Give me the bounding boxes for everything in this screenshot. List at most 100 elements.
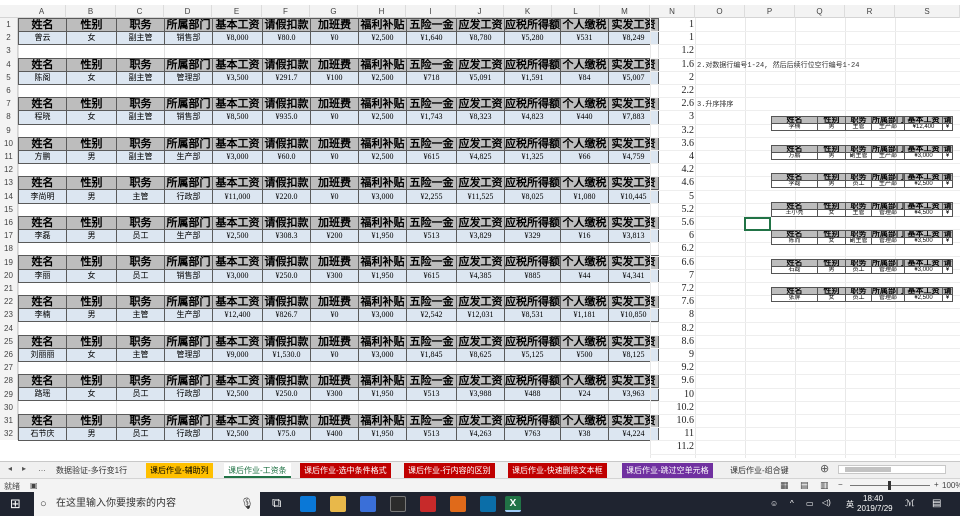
column-header-O[interactable]: O [695, 5, 745, 18]
empty-cell[interactable] [116, 281, 165, 296]
data-cell[interactable]: ¥300 [310, 387, 359, 402]
header-cell[interactable]: 应发工资 [456, 334, 505, 349]
empty-cell[interactable] [406, 44, 457, 59]
header-cell[interactable]: 请假扣款 [262, 334, 311, 349]
selected-cell[interactable] [744, 217, 771, 231]
data-cell[interactable]: 副主管 [116, 70, 165, 85]
mini-cell[interactable]: 请 [942, 144, 953, 153]
empty-cell[interactable] [164, 360, 213, 376]
header-cell[interactable]: 个人缴税 [560, 136, 609, 151]
column-header-C[interactable]: C [116, 5, 164, 18]
empty-cell[interactable] [116, 163, 165, 178]
empty-cell[interactable] [406, 163, 457, 178]
data-cell[interactable]: ¥60.0 [262, 149, 311, 165]
data-cell[interactable]: ¥5,125 [504, 347, 561, 362]
header-cell[interactable]: 加班费 [310, 97, 359, 112]
data-cell[interactable]: ¥2,500 [358, 31, 407, 46]
mini-cell[interactable]: 女 [817, 208, 846, 217]
helper-number[interactable]: 9 [650, 348, 694, 361]
header-cell[interactable]: 性别 [66, 57, 117, 72]
header-cell[interactable]: 姓名 [18, 97, 67, 112]
header-cell[interactable]: 应税所得额 [504, 294, 561, 310]
taskbar-date[interactable]: 2019/7/29 [857, 504, 893, 513]
tray-volume-icon[interactable]: ◁) [822, 498, 831, 507]
data-cell[interactable]: 管理部 [164, 70, 213, 85]
helper-number[interactable]: 10.2 [650, 401, 695, 414]
empty-cell[interactable] [560, 123, 609, 138]
data-cell[interactable]: ¥291.7 [262, 70, 311, 85]
data-cell[interactable]: 男 [66, 189, 117, 204]
row-number[interactable]: 25 [0, 334, 18, 348]
empty-cell[interactable] [358, 242, 407, 257]
zoom-out-icon[interactable]: − [838, 480, 843, 489]
data-cell[interactable]: ¥763 [504, 426, 561, 442]
column-header-E[interactable]: E [212, 5, 262, 18]
header-cell[interactable]: 加班费 [310, 413, 359, 428]
helper-number[interactable]: 9.2 [650, 361, 695, 374]
data-cell[interactable]: ¥885 [504, 268, 561, 283]
data-cell[interactable]: ¥1,181 [560, 308, 609, 323]
header-cell[interactable]: 个人缴税 [560, 57, 609, 72]
row-number[interactable]: 10 [0, 136, 18, 150]
mini-cell[interactable]: 所属部门 [871, 258, 905, 267]
header-cell[interactable]: 五险一金 [406, 334, 457, 349]
data-cell[interactable]: ¥2,500 [358, 110, 407, 125]
data-cell[interactable]: 生产部 [164, 149, 213, 165]
empty-cell[interactable] [66, 281, 117, 296]
mini-cell[interactable]: ¥3,000 [904, 151, 943, 160]
empty-cell[interactable] [18, 400, 67, 415]
store-icon[interactable] [360, 496, 376, 512]
header-cell[interactable]: 福利补贴 [358, 413, 407, 428]
mini-cell[interactable]: 生产部 [871, 123, 905, 131]
mini-cell[interactable]: ¥ [942, 123, 953, 131]
data-cell[interactable]: 程晓 [18, 110, 67, 125]
empty-cell[interactable] [406, 400, 457, 415]
notification-icon[interactable]: ▤ [932, 498, 941, 509]
microphone-icon[interactable]: 🎙 [240, 492, 254, 516]
tray-network-icon[interactable]: ▭ [806, 499, 814, 508]
empty-cell[interactable] [456, 360, 505, 376]
empty-cell[interactable] [212, 360, 263, 376]
mini-cell[interactable]: 姓名 [771, 287, 818, 295]
helper-number[interactable]: 3.2 [650, 124, 695, 137]
header-cell[interactable]: 基本工资 [212, 176, 263, 191]
column-header-B[interactable]: B [66, 5, 116, 18]
edge-icon[interactable] [300, 496, 316, 512]
data-cell[interactable]: ¥935.0 [262, 110, 311, 125]
header-cell[interactable]: 性别 [66, 215, 117, 231]
header-cell[interactable]: 基本工资 [212, 136, 263, 151]
data-cell[interactable]: ¥3,500 [212, 70, 263, 85]
add-sheet-icon[interactable]: ⊕ [820, 462, 829, 475]
data-cell[interactable]: 李丽 [18, 268, 67, 283]
header-cell[interactable]: 五险一金 [406, 176, 457, 191]
empty-cell[interactable] [212, 44, 263, 59]
row-number[interactable]: 22 [0, 295, 18, 309]
empty-cell[interactable] [560, 400, 609, 415]
header-cell[interactable]: 应发工资 [456, 294, 505, 310]
data-cell[interactable]: 员工 [116, 387, 165, 402]
mini-cell[interactable]: 请 [942, 201, 953, 210]
empty-cell[interactable] [66, 202, 117, 217]
empty-cell[interactable] [116, 242, 165, 257]
header-cell[interactable]: 应发工资 [456, 413, 505, 428]
data-cell[interactable]: 行政部 [164, 189, 213, 204]
data-cell[interactable]: ¥0 [310, 189, 359, 204]
helper-number[interactable]: 8.6 [650, 335, 695, 348]
empty-cell[interactable] [212, 242, 263, 257]
data-cell[interactable]: ¥100 [310, 70, 359, 85]
empty-cell[interactable] [504, 400, 561, 415]
data-cell[interactable]: ¥3,000 [212, 268, 263, 283]
data-cell[interactable]: 员工 [116, 268, 165, 283]
empty-cell[interactable] [18, 321, 67, 336]
empty-cell[interactable] [310, 123, 359, 138]
empty-cell[interactable] [504, 321, 561, 336]
data-cell[interactable]: 销售部 [164, 110, 213, 125]
row-number[interactable]: 5 [0, 70, 18, 84]
data-cell[interactable]: ¥513 [406, 228, 457, 244]
empty-cell[interactable] [406, 123, 457, 138]
empty-cell[interactable] [504, 163, 561, 178]
mini-cell[interactable]: ¥ [942, 265, 953, 274]
empty-cell[interactable] [358, 400, 407, 415]
mini-cell[interactable]: 副主管 [845, 151, 872, 160]
empty-cell[interactable] [310, 360, 359, 376]
